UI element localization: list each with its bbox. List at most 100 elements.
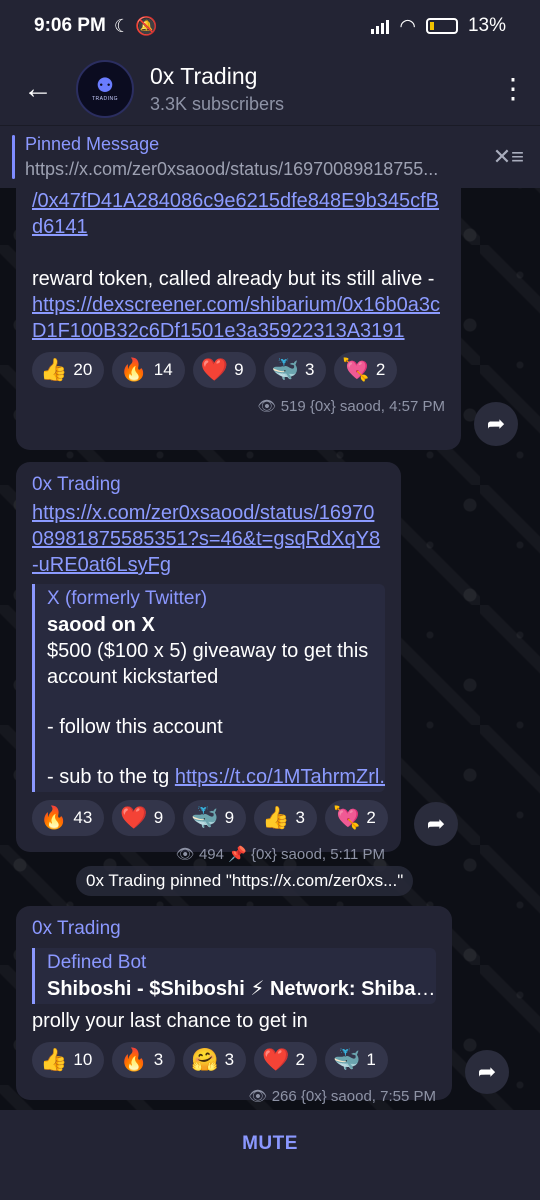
message-body: reward token, called already but its sti… (32, 266, 445, 344)
reaction-chip[interactable]: 🐳 3 (263, 352, 327, 388)
message-link[interactable]: https://x.com/zer0xsaood/status/16970089… (32, 500, 385, 578)
post-signature: {0x} saood, 7:55 PM (300, 1088, 436, 1105)
forward-icon[interactable]: ➦ (414, 802, 458, 846)
channel-title-block[interactable]: 0x Trading 3.3K subscribers (150, 63, 284, 115)
reaction-chip[interactable]: 🔥 43 (32, 800, 105, 836)
message-author: 0x Trading (32, 918, 121, 939)
reaction-count: 9 (153, 808, 164, 827)
message-text: reward token, called already but its sti… (32, 268, 435, 290)
back-arrow-icon[interactable]: ← (0, 72, 76, 106)
view-count: 519 (280, 398, 306, 415)
pinned-service-message: 0x Trading pinned "https://x.com/zer0xs.… (76, 866, 414, 896)
post-signature: {0x} saood, 4:57 PM (309, 398, 445, 415)
heart-icon: ❤️ (262, 1047, 290, 1072)
whale-icon: 🐳 (332, 1047, 361, 1072)
message-bubble-1[interactable]: /0x47fD41A284086c9e6215dfe848E9b345cfBd6… (16, 188, 461, 450)
preview-text: - sub to the tg (47, 766, 175, 788)
heart-arrow-icon: 💘 (332, 805, 361, 830)
message-text: prolly your last chance to get in (32, 1010, 308, 1032)
reaction-count: 43 (73, 808, 93, 827)
view-count: 266 (271, 1088, 297, 1105)
reaction-count: 9 (224, 808, 235, 827)
reaction-chip[interactable]: 🐳 1 (324, 1042, 388, 1078)
reaction-count: 2 (375, 360, 386, 379)
thumbs-up-icon: 👍 (262, 805, 290, 830)
reaction-chip[interactable]: 👍 20 (32, 352, 105, 388)
reaction-count: 1 (366, 1050, 376, 1069)
channel-logo-icon: ⚉ (96, 74, 114, 97)
signal-icon (371, 18, 390, 34)
view-count: 494 (198, 846, 224, 863)
reaction-chip[interactable]: 💘 2 (334, 352, 398, 388)
reaction-count: 9 (234, 360, 244, 379)
channel-name: 0x Trading (150, 62, 258, 89)
pinned-title: Pinned Message (25, 134, 160, 154)
eye-icon: 👁 (257, 398, 277, 415)
reaction-chip[interactable]: 👍 10 (32, 1042, 105, 1078)
post-signature: {0x} saood, 5:11 PM (251, 846, 385, 863)
mute-button[interactable]: MUTE (0, 1110, 540, 1177)
eye-icon: 👁 (175, 846, 195, 863)
eye-icon: 👁 (248, 1088, 268, 1105)
status-right: ◠ 13% (371, 15, 506, 38)
pin-icon: 📌 (228, 846, 247, 863)
reply-text: Shiboshi - $Shiboshi ⚡ Network: Shibariu… (47, 978, 436, 1000)
message-top-link[interactable]: /0x47fD41A284086c9e6215dfe848E9b345cfBd6… (32, 188, 445, 240)
whale-icon: 🐳 (271, 357, 299, 382)
preview-line: - sub to the tg https://t.co/1MTahrmZrl.… (47, 764, 385, 790)
fire-icon: 🔥 (120, 357, 148, 382)
reaction-count: 3 (304, 360, 315, 379)
subscriber-count: 3.3K subscribers (150, 93, 285, 114)
preview-line: $500 ($100 x 5) giveaway to get this acc… (47, 640, 369, 688)
reaction-count: 3 (153, 1050, 164, 1069)
status-bar: 9:06 PM ☾ 🔕 ◠ 13% (0, 0, 540, 52)
reaction-chip[interactable]: 💘 2 (324, 800, 388, 836)
reply-sender: Defined Bot (47, 952, 147, 973)
dnd-mute-icons: ☾ 🔕 (113, 15, 158, 36)
reply-preview[interactable]: Defined Bot Shiboshi - $Shiboshi ⚡ Netwo… (32, 948, 436, 1004)
channel-avatar[interactable]: ⚉ TRADING (76, 59, 134, 118)
reaction-chip[interactable]: 👍 3 (254, 800, 317, 836)
pinned-texts: Pinned Message https://x.com/zer0xsaood/… (25, 134, 480, 180)
reaction-chip[interactable]: ❤️ 2 (254, 1042, 317, 1078)
thumbs-up-icon: 👍 (40, 357, 68, 382)
message-bubble-3[interactable]: 0x Trading Defined Bot Shiboshi - $Shibo… (16, 906, 452, 1105)
wifi-icon: ◠ (399, 15, 416, 37)
reaction-chip[interactable]: 🤗 3 (183, 1042, 247, 1078)
reaction-count: 2 (366, 808, 376, 827)
heart-arrow-icon: 💘 (342, 357, 370, 382)
preview-site-name: X (formerly Twitter) (47, 588, 208, 609)
whale-icon: 🐳 (191, 805, 219, 830)
reaction-chip[interactable]: 🔥 14 (112, 352, 185, 388)
message-author: 0x Trading (32, 474, 121, 495)
reactions-row: 🔥 43 ❤️ 9 🐳 9 👍 3 💘 2 (32, 800, 388, 836)
pinned-accent-line (12, 135, 15, 179)
preview-link[interactable]: https://t.co/1MTahrmZrl... (175, 766, 385, 788)
fire-icon: 🔥 (120, 1047, 148, 1072)
status-time: 9:06 PM (34, 15, 106, 36)
pinned-list-icon[interactable]: ✕≡ (493, 144, 524, 170)
heart-icon: ❤️ (120, 805, 148, 830)
reaction-chip[interactable]: ❤️ 9 (192, 352, 256, 388)
more-menu-icon[interactable]: ⋮ (486, 72, 540, 105)
reply-snippet: Shiboshi - $Shiboshi ⚡ Network: Shibariu… (47, 976, 436, 1002)
chat-header: ← ⚉ TRADING 0x Trading 3.3K subscribers … (0, 52, 540, 125)
reactions-row: 👍 10 🔥 3 🤗 3 ❤️ 2 🐳 1 (32, 1042, 436, 1078)
message-bubble-2[interactable]: 0x Trading https://x.com/zer0xsaood/stat… (16, 462, 401, 863)
heart-icon: ❤️ (200, 357, 229, 382)
reaction-count: 2 (295, 1050, 305, 1069)
forward-icon[interactable]: ➦ (474, 402, 518, 446)
link-preview[interactable]: X (formerly Twitter) saood on X $500 ($1… (32, 584, 385, 792)
message-meta: 👁 519 {0x} saood, 4:57 PM (32, 388, 445, 428)
forward-icon[interactable]: ➦ (465, 1050, 509, 1094)
reaction-count: 20 (73, 360, 93, 379)
reaction-count: 10 (73, 1050, 93, 1069)
reaction-count: 14 (153, 360, 173, 379)
reaction-chip[interactable]: 🐳 9 (183, 800, 247, 836)
preview-title: saood on X (47, 614, 155, 636)
reaction-count: 3 (295, 808, 305, 827)
pinned-message-bar[interactable]: Pinned Message https://x.com/zer0xsaood/… (0, 125, 540, 188)
reaction-chip[interactable]: ❤️ 9 (112, 800, 176, 836)
message-link[interactable]: https://dexscreener.com/shibarium/0x16b0… (32, 294, 440, 342)
reaction-chip[interactable]: 🔥 3 (112, 1042, 176, 1078)
